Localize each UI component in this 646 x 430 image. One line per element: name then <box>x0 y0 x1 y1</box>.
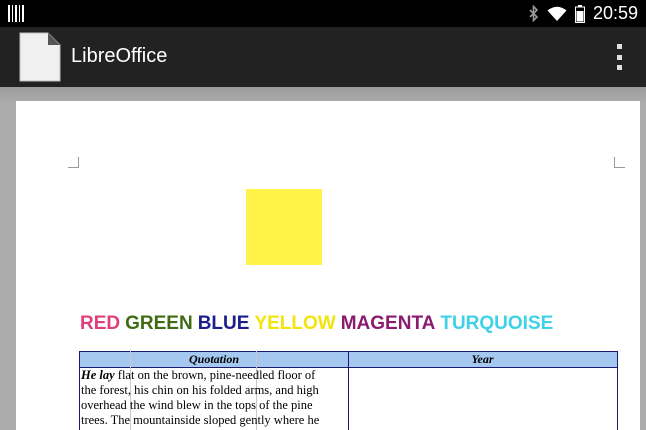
quotation-line: overhead the wind blew in the tops of th… <box>81 398 313 412</box>
color-word-magenta: MAGENTA <box>340 313 436 334</box>
color-word-yellow: YELLOW <box>254 313 336 334</box>
quotation-line: He lay flat on the brown, pine-needled f… <box>81 368 346 383</box>
color-word-blue: BLUE <box>197 313 250 334</box>
color-word-green: GREEN <box>125 313 193 334</box>
quotation-line: trees. The mountainside sloped gently wh… <box>81 413 320 427</box>
quotation-table[interactable]: Quotation Year He lay flat on the brown,… <box>79 351 618 430</box>
quotation-line-text: flat on the brown, pine-needled floor of <box>114 368 316 382</box>
quotation-line: the forest, his chin on his folded arms,… <box>81 383 319 397</box>
app-bar-shadow <box>0 87 646 101</box>
overflow-menu-icon[interactable] <box>614 44 624 70</box>
quotation-lead: He lay <box>81 368 115 382</box>
status-indicators: 20:59 <box>529 0 638 27</box>
page-margin-corner-left <box>68 157 79 168</box>
status-bar: 20:59 <box>0 0 646 27</box>
app-bar: LibreOffice <box>0 27 646 87</box>
header-quotation: Quotation <box>188 352 239 366</box>
gradient-image[interactable] <box>246 189 322 265</box>
app-title: LibreOffice <box>71 45 168 67</box>
color-word-turquoise: TURQUOISE <box>440 313 554 334</box>
battery-icon <box>574 4 585 23</box>
notification-icon <box>8 5 24 22</box>
year-cell[interactable] <box>349 368 617 430</box>
status-time: 20:59 <box>592 3 638 23</box>
header-year: Year <box>471 352 494 366</box>
libreoffice-document-icon[interactable] <box>18 31 62 83</box>
quotation-cell[interactable]: He lay flat on the brown, pine-needled f… <box>81 368 346 430</box>
wifi-icon <box>547 6 567 21</box>
bluetooth-icon <box>529 5 539 22</box>
page-margin-corner-right <box>614 157 625 168</box>
document-page[interactable]: RED GREEN BLUE YELLOW MAGENTA TURQUOISE Quota… <box>16 101 640 430</box>
color-words-line[interactable]: RED GREEN BLUE YELLOW MAGENTA TURQUOISE <box>80 313 558 335</box>
color-word-red: RED <box>80 313 121 334</box>
